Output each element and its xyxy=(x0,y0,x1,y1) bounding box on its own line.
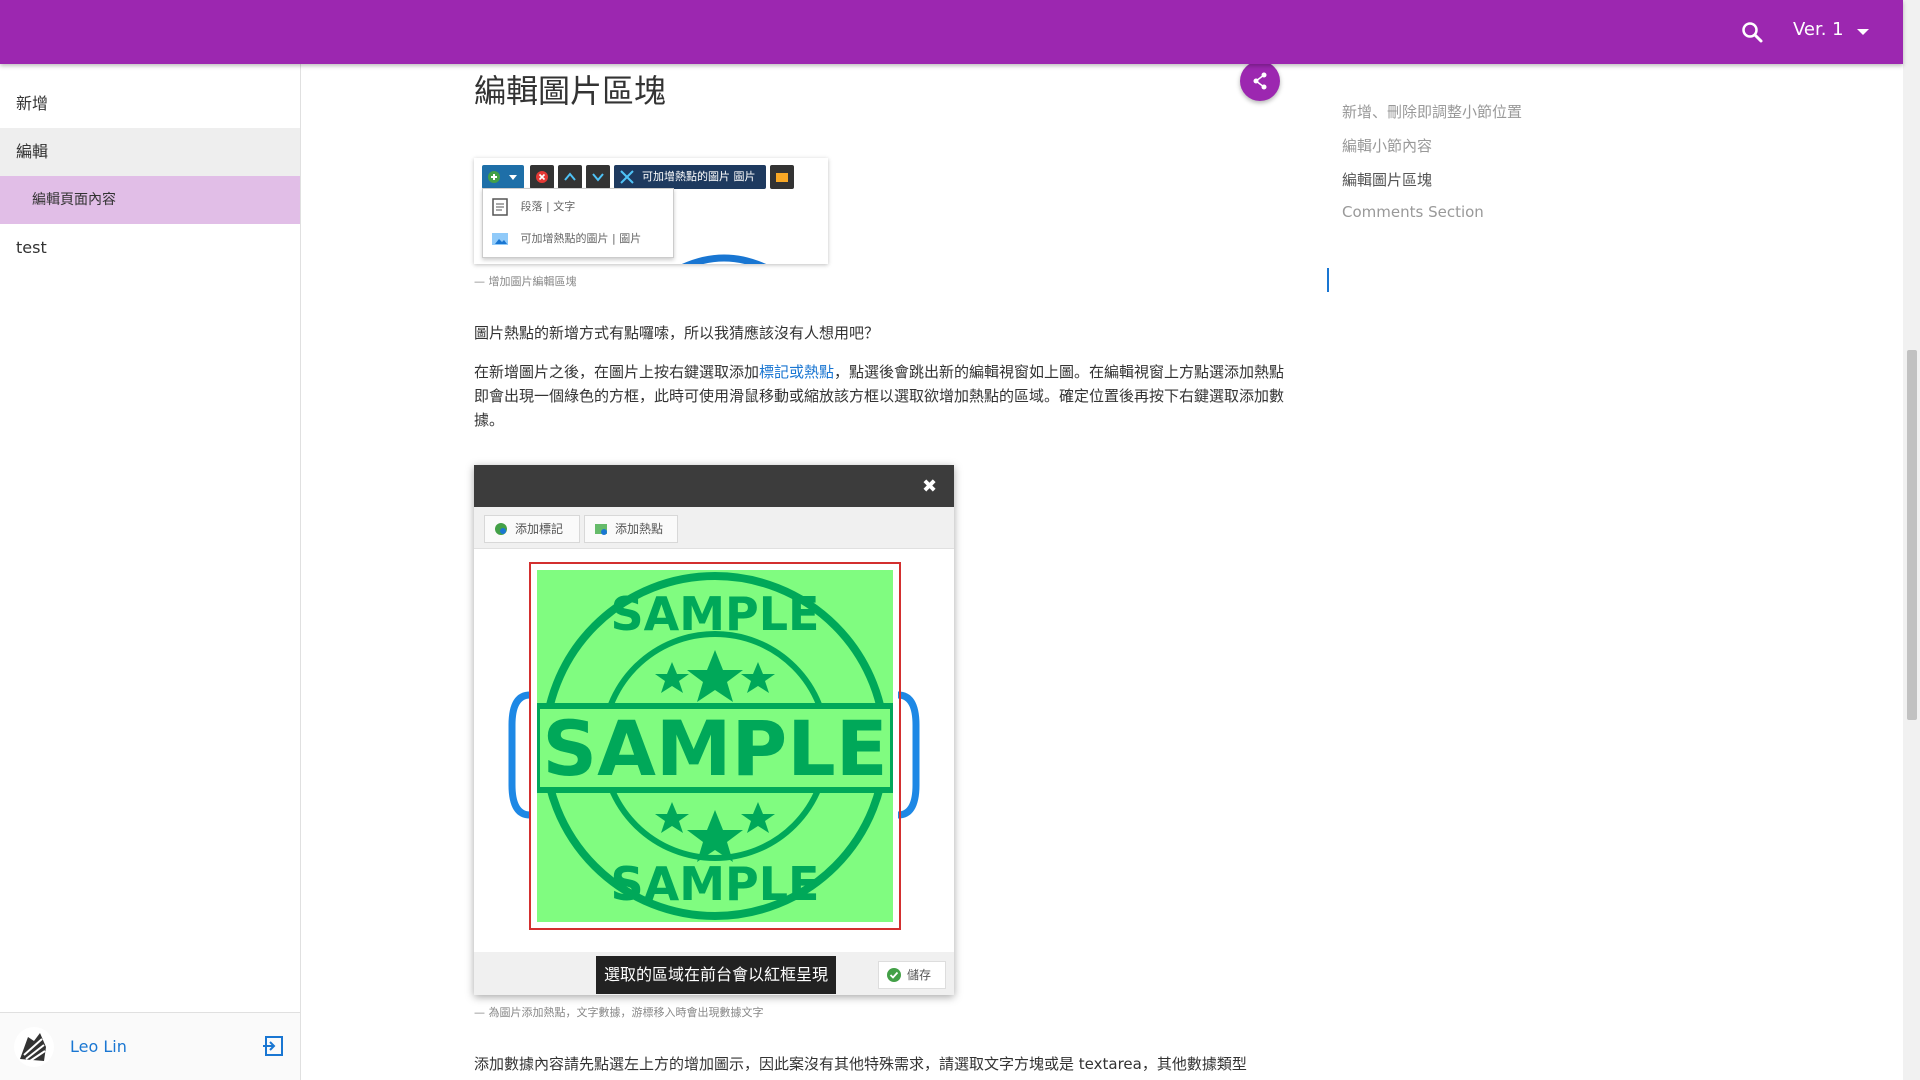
sidebar: 新增 編輯 編輯頁面內容 test Leo Lin xyxy=(0,64,301,1080)
figure-hotspot-editor: ✖ 添加標記 添加熱點 SAMPLE SAMPLE SAMPLE 選取的區域在前… xyxy=(474,465,954,995)
document-icon xyxy=(492,198,508,216)
sample-image: SAMPLE SAMPLE SAMPLE xyxy=(534,570,896,922)
image-icon xyxy=(492,233,508,245)
figure1-caption: — 增加圖片編輯區塊 xyxy=(474,275,577,288)
expand-icon xyxy=(620,170,634,184)
top-app-bar: Ver. 1 xyxy=(0,0,1903,64)
folder-button[interactable] xyxy=(770,165,794,189)
menu-item-hotspot-image[interactable]: 可加增熱點的圖片 | 圖片 xyxy=(491,227,641,251)
sidebar-footer: Leo Lin xyxy=(0,1012,300,1080)
toc-active-indicator xyxy=(1327,268,1329,292)
sidebar-item-edit[interactable]: 編輯 xyxy=(0,128,300,176)
figure-add-image-block: 可加增熱點的圖片 圖片 段落 | 文字 可加增熱點的圖片 | 圖片 xyxy=(474,158,828,264)
folder-icon xyxy=(776,173,788,182)
paragraph-1: 圖片熱點的新增方式有點囉嗦，所以我猜應該沒有人想用吧？ xyxy=(474,324,880,342)
decorative-arc xyxy=(681,254,767,264)
paragraph-2: 在新增圖片之後，在圖片上按右鍵選取添加標記或熱點，點選後會跳出新的編輯視窗如上圖… xyxy=(474,360,1294,432)
block-type-menu: 段落 | 文字 可加增熱點的圖片 | 圖片 xyxy=(482,188,674,258)
sidebar-item-test[interactable]: test xyxy=(0,224,300,272)
block-type-button[interactable]: 可加增熱點的圖片 圖片 xyxy=(614,165,766,189)
check-icon xyxy=(887,968,901,982)
sample-stamp-icon: SAMPLE SAMPLE SAMPLE xyxy=(534,572,896,920)
close-icon[interactable]: ✖ xyxy=(922,476,937,497)
paragraph-2-text-pre: 在新增圖片之後，在圖片上按右鍵選取添加 xyxy=(474,363,760,381)
logout-icon[interactable] xyxy=(262,1035,284,1057)
add-hotspot-button[interactable]: 添加熱點 xyxy=(584,515,678,543)
page-title: 編輯圖片區塊 xyxy=(474,72,667,110)
add-marker-button[interactable]: 添加標記 xyxy=(484,515,580,543)
add-block-button[interactable] xyxy=(482,165,524,189)
block-type-label: 可加增熱點的圖片 圖片 xyxy=(642,170,756,183)
sidebar-item-edit-page-content[interactable]: 編輯頁面內容 xyxy=(0,176,300,224)
toc-item-comments[interactable]: Comments Section xyxy=(1342,203,1484,221)
stamp-text-top: SAMPLE xyxy=(611,587,820,641)
menu-item-paragraph-label: 段落 | 文字 xyxy=(520,200,576,213)
toc-item-edit-image-block[interactable]: 編輯圖片區塊 xyxy=(1342,169,1432,190)
version-selector[interactable]: Ver. 1 xyxy=(1793,19,1844,40)
add-marker-label: 添加標記 xyxy=(515,522,564,536)
editor-header: ✖ xyxy=(474,465,954,507)
plus-icon xyxy=(488,171,517,183)
move-up-button[interactable] xyxy=(558,165,582,189)
share-icon xyxy=(1253,72,1267,90)
menu-item-paragraph[interactable]: 段落 | 文字 xyxy=(491,195,575,219)
chevron-down-icon[interactable] xyxy=(1857,29,1869,35)
zebra-avatar-icon xyxy=(20,1033,46,1062)
hotspot-tooltip: 選取的區域在前台會以紅框呈現 xyxy=(596,956,836,994)
move-down-button[interactable] xyxy=(586,165,610,189)
toc-item-add-delete[interactable]: 新增、刪除即調整小節位置 xyxy=(1342,101,1522,122)
hotspot-selection-box[interactable]: SAMPLE SAMPLE SAMPLE xyxy=(529,562,901,930)
close-icon xyxy=(536,171,548,183)
scrollbar-thumb[interactable] xyxy=(1907,350,1917,720)
user-name[interactable]: Leo Lin xyxy=(70,1037,127,1056)
stamp-text-bottom: SAMPLE xyxy=(611,857,820,911)
marker-icon xyxy=(495,523,507,535)
figure2-caption: — 為圖片添加熱點，文字數據，游標移入時會出現數據文字 xyxy=(474,1006,764,1019)
editor-toolbar: 添加標記 添加熱點 xyxy=(474,507,954,549)
save-button[interactable]: 儲存 xyxy=(878,961,946,989)
hotspot-icon xyxy=(595,524,607,535)
avatar xyxy=(14,1027,54,1067)
stamp-text-center: SAMPLE xyxy=(542,704,887,793)
chevron-down-icon xyxy=(592,173,604,182)
toc-item-edit-section[interactable]: 編輯小節內容 xyxy=(1342,135,1432,156)
delete-block-button[interactable] xyxy=(530,165,554,189)
marker-hotspot-link[interactable]: 標記或熱點 xyxy=(759,363,834,381)
chevron-up-icon xyxy=(564,172,576,181)
share-button[interactable] xyxy=(1240,61,1280,101)
add-hotspot-label: 添加熱點 xyxy=(615,522,664,536)
save-label: 儲存 xyxy=(907,968,932,982)
sidebar-item-add[interactable]: 新增 xyxy=(0,80,300,128)
paragraph-3: 添加數據內容請先點選左上方的增加圖示，因此案沒有其他特殊需求，請選取文字方塊或是… xyxy=(474,1055,1247,1073)
menu-item-hotspot-image-label: 可加增熱點的圖片 | 圖片 xyxy=(520,232,642,245)
search-icon[interactable] xyxy=(1740,20,1764,44)
